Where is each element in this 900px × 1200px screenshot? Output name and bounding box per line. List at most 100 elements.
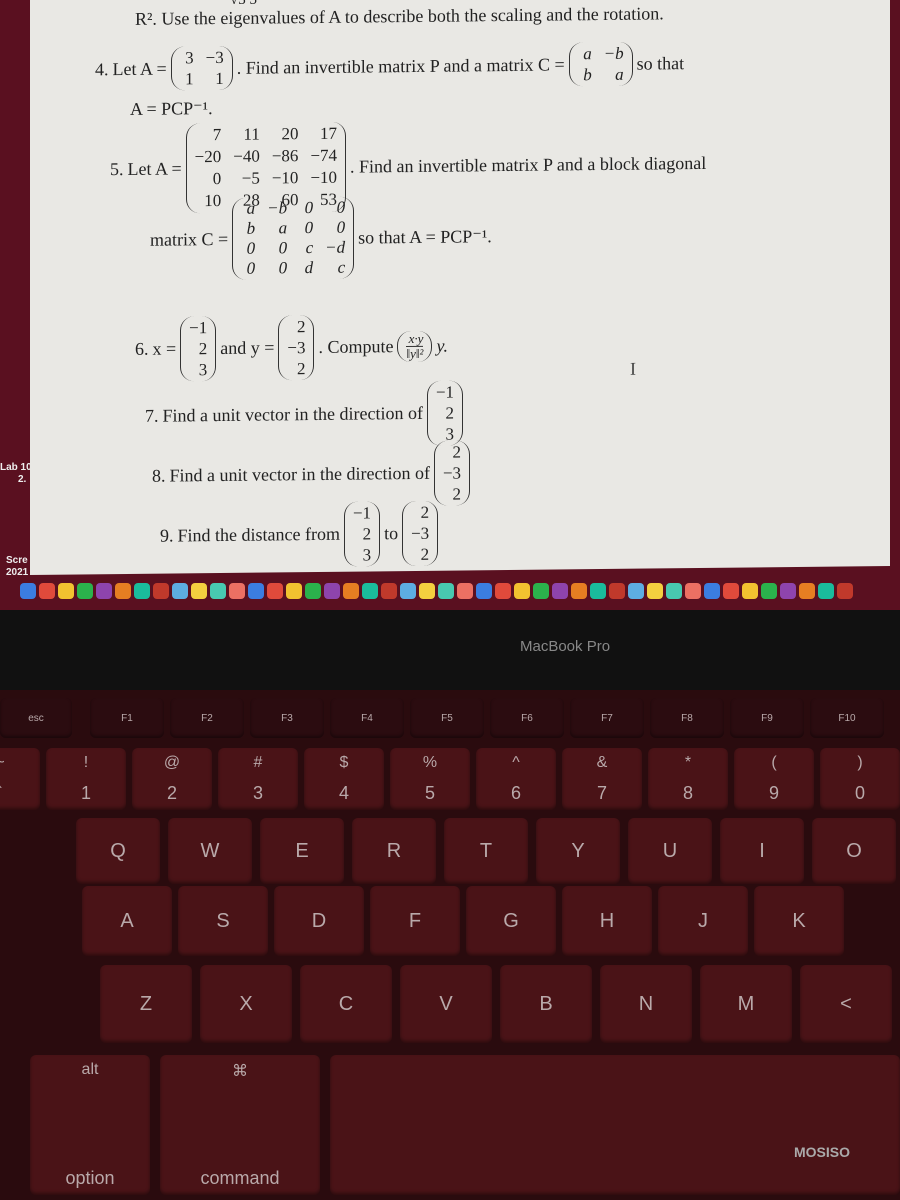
dock-app-icon[interactable]: [134, 583, 150, 599]
key-5[interactable]: % 5: [390, 748, 470, 810]
key-f6[interactable]: F6: [490, 698, 564, 738]
key-f9[interactable]: F9: [730, 698, 804, 738]
key-less-than[interactable]: <: [800, 965, 892, 1043]
dock-app-icon[interactable]: [685, 583, 701, 599]
dock-app-icon[interactable]: [495, 583, 511, 599]
key-z[interactable]: Z: [100, 965, 192, 1043]
dock-app-icon[interactable]: [590, 583, 606, 599]
dock-app-icon[interactable]: [153, 583, 169, 599]
dock[interactable]: [20, 580, 890, 602]
dock-app-icon[interactable]: [704, 583, 720, 599]
key-option[interactable]: alt option: [30, 1055, 150, 1195]
key-command[interactable]: ⌘ command: [160, 1055, 320, 1195]
key-x[interactable]: X: [200, 965, 292, 1043]
key-9[interactable]: (9: [734, 748, 814, 810]
dock-app-icon[interactable]: [571, 583, 587, 599]
key-q[interactable]: Q: [76, 818, 160, 884]
key-3[interactable]: #3: [218, 748, 298, 810]
desktop-file-label[interactable]: Lab 10: [0, 462, 32, 473]
key-8[interactable]: * 8: [648, 748, 728, 810]
key-s[interactable]: S: [178, 886, 268, 956]
dock-app-icon[interactable]: [818, 583, 834, 599]
dock-app-icon[interactable]: [609, 583, 625, 599]
key-f7[interactable]: F7: [570, 698, 644, 738]
dock-app-icon[interactable]: [628, 583, 644, 599]
dock-app-icon[interactable]: [229, 583, 245, 599]
key-y[interactable]: Y: [536, 818, 620, 884]
key-r[interactable]: R: [352, 818, 436, 884]
key-f1[interactable]: F1: [90, 698, 164, 738]
desktop-file-label[interactable]: 2.: [18, 474, 26, 485]
key-c[interactable]: C: [300, 965, 392, 1043]
key-space[interactable]: MOSISO: [330, 1055, 900, 1195]
key-i[interactable]: I: [720, 818, 804, 884]
key-0[interactable]: ) 0: [820, 748, 900, 810]
dock-app-icon[interactable]: [96, 583, 112, 599]
dock-app-icon[interactable]: [58, 583, 74, 599]
key-h[interactable]: H: [562, 886, 652, 956]
dock-app-icon[interactable]: [533, 583, 549, 599]
dock-app-icon[interactable]: [305, 583, 321, 599]
dock-app-icon[interactable]: [267, 583, 283, 599]
dock-app-icon[interactable]: [172, 583, 188, 599]
dock-app-icon[interactable]: [191, 583, 207, 599]
key-f8[interactable]: F8: [650, 698, 724, 738]
key-j[interactable]: J: [658, 886, 748, 956]
key-7[interactable]: & 7: [562, 748, 642, 810]
dock-app-icon[interactable]: [476, 583, 492, 599]
desktop-file-label[interactable]: 2021: [6, 567, 28, 578]
dock-app-icon[interactable]: [837, 583, 853, 599]
key-n[interactable]: N: [600, 965, 692, 1043]
dock-app-icon[interactable]: [362, 583, 378, 599]
dock-app-icon[interactable]: [761, 583, 777, 599]
dock-app-icon[interactable]: [324, 583, 340, 599]
key-e[interactable]: E: [260, 818, 344, 884]
dock-app-icon[interactable]: [723, 583, 739, 599]
key-f3[interactable]: F3: [250, 698, 324, 738]
dock-app-icon[interactable]: [115, 583, 131, 599]
key-u[interactable]: U: [628, 818, 712, 884]
key-`[interactable]: ~`: [0, 748, 40, 810]
dock-app-icon[interactable]: [210, 583, 226, 599]
key-d[interactable]: D: [274, 886, 364, 956]
key-f[interactable]: F: [370, 886, 460, 956]
key-f5[interactable]: F5: [410, 698, 484, 738]
dock-app-icon[interactable]: [20, 583, 36, 599]
dock-app-icon[interactable]: [514, 583, 530, 599]
key-k[interactable]: K: [754, 886, 844, 956]
key-a[interactable]: A: [82, 886, 172, 956]
dock-app-icon[interactable]: [457, 583, 473, 599]
dock-app-icon[interactable]: [248, 583, 264, 599]
key-m[interactable]: M: [700, 965, 792, 1043]
key-2[interactable]: @2: [132, 748, 212, 810]
dock-app-icon[interactable]: [742, 583, 758, 599]
dock-app-icon[interactable]: [381, 583, 397, 599]
key-o[interactable]: O: [812, 818, 896, 884]
key-f4[interactable]: F4: [330, 698, 404, 738]
key-4[interactable]: $4: [304, 748, 384, 810]
key-g[interactable]: G: [466, 886, 556, 956]
dock-app-icon[interactable]: [438, 583, 454, 599]
matrix-entry: 0: [278, 258, 288, 278]
key-6[interactable]: ^ 6: [476, 748, 556, 810]
dock-app-icon[interactable]: [400, 583, 416, 599]
dock-app-icon[interactable]: [647, 583, 663, 599]
dock-app-icon[interactable]: [77, 583, 93, 599]
dock-app-icon[interactable]: [343, 583, 359, 599]
key-t[interactable]: T: [444, 818, 528, 884]
key-w[interactable]: W: [168, 818, 252, 884]
dock-app-icon[interactable]: [552, 583, 568, 599]
dock-app-icon[interactable]: [39, 583, 55, 599]
key-1[interactable]: ! 1: [46, 748, 126, 810]
key-f2[interactable]: F2: [170, 698, 244, 738]
key-v[interactable]: V: [400, 965, 492, 1043]
dock-app-icon[interactable]: [286, 583, 302, 599]
desktop-file-label[interactable]: Scre: [6, 555, 28, 566]
key-esc[interactable]: esc: [0, 698, 72, 738]
dock-app-icon[interactable]: [666, 583, 682, 599]
dock-app-icon[interactable]: [799, 583, 815, 599]
dock-app-icon[interactable]: [780, 583, 796, 599]
key-b[interactable]: B: [500, 965, 592, 1043]
key-f10[interactable]: F10: [810, 698, 884, 738]
dock-app-icon[interactable]: [419, 583, 435, 599]
